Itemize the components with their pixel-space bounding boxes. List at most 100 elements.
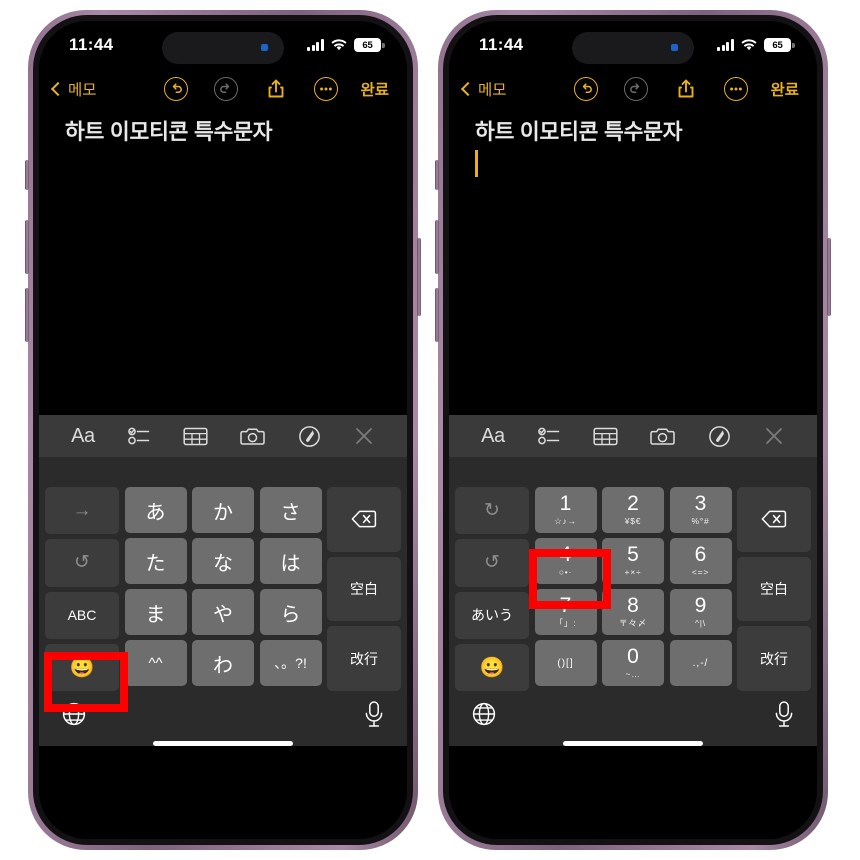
kana-key[interactable]: は [259, 538, 322, 584]
undo-key[interactable]: ↺ [45, 539, 119, 587]
return-key[interactable]: 改行 [327, 626, 401, 692]
number-key-8[interactable]: 8 〒々〆 [602, 589, 664, 635]
number-key-9[interactable]: 9 ^|\ [669, 589, 732, 635]
number-key-1[interactable]: 1 ☆♪→ [534, 487, 597, 533]
chevron-left-icon [50, 81, 66, 97]
microphone-icon[interactable] [363, 700, 385, 733]
dynamic-island [162, 32, 284, 64]
nav-icon-group [574, 77, 749, 101]
island-activity-dot [261, 44, 268, 51]
punctuation-key[interactable]: 、。?! [259, 640, 322, 686]
kaomoji-key[interactable]: ^^ [124, 640, 187, 686]
globe-icon[interactable] [471, 701, 497, 732]
space-key[interactable]: 空白 [327, 556, 401, 622]
abc-mode-key[interactable]: ABC [45, 591, 119, 639]
number-key-5[interactable]: 5 +×÷ [602, 538, 664, 584]
space-key[interactable]: 空白 [737, 556, 811, 622]
done-button[interactable]: 완료 [360, 78, 389, 100]
number-key-4[interactable]: 4 ○•· [534, 538, 597, 584]
keyboard-left-column: → ↺ ABC 😀 [45, 487, 119, 691]
number-key-6[interactable]: 6 <=> [669, 538, 732, 584]
number-key-3[interactable]: 3 %°# [669, 487, 732, 533]
kana-key[interactable]: な [192, 538, 254, 584]
share-icon[interactable] [674, 77, 698, 101]
delete-key[interactable] [327, 487, 401, 552]
share-icon[interactable] [264, 77, 288, 101]
keyboard-left-column: ↻ ↺ あいう 😀 [455, 487, 529, 691]
status-clock: 11:44 [69, 35, 114, 54]
status-clock: 11:44 [479, 35, 524, 54]
markup-pen-icon[interactable] [708, 425, 731, 448]
emoji-key[interactable]: 😀 [455, 643, 529, 691]
phone-left: 11:44 65 메모 완료 하트 이모티콘 특수문자 Aa → ↺ ABC 😀… [25, 10, 421, 850]
close-icon[interactable] [763, 425, 785, 447]
camera-icon[interactable] [240, 426, 266, 447]
delete-key[interactable] [737, 487, 811, 552]
return-key[interactable]: 改行 [737, 626, 811, 692]
phone-bezel-left: 11:44 65 메모 완료 하트 이모티콘 특수문자 Aa → ↺ ABC 😀… [33, 15, 413, 845]
table-icon[interactable] [183, 426, 208, 447]
volume-down-button[interactable] [435, 288, 439, 342]
keyboard-main-keys-right: 1 ☆♪→ 2 ¥$€ 3 %°# 4 ○•· 5 +×÷ 6 <=> 7 「」… [534, 487, 732, 691]
keyboard-bottom-bar-left [45, 691, 401, 741]
wifi-icon [331, 39, 347, 51]
keyboard-bottom-bar-right [455, 691, 811, 741]
number-key-7[interactable]: 7 「」: [534, 589, 597, 635]
camera-icon[interactable] [650, 426, 676, 447]
silent-switch[interactable] [25, 160, 29, 190]
redo-key[interactable]: ↻ [455, 487, 529, 535]
kana-key[interactable]: わ [192, 640, 254, 686]
chevron-left-icon [460, 81, 476, 97]
back-to-notes-button[interactable]: 메모 [50, 78, 97, 100]
keyboard-grid-left: → ↺ ABC 😀 あ か さ た な は ま や ら ^^ わ 、。?! 空白… [45, 487, 401, 692]
undo-icon[interactable] [164, 77, 189, 101]
redo-icon[interactable] [214, 77, 239, 101]
undo-icon[interactable] [574, 77, 599, 101]
note-body-left[interactable]: 하트 이모티콘 특수문자 [39, 109, 407, 415]
screen-left: 11:44 65 메모 완료 하트 이모티콘 특수문자 Aa → ↺ ABC 😀… [39, 21, 407, 839]
phone-bezel-right: 11:44 65 메모 완료 하트 이모티콘 특수문자 Aa ↻ ↺ あいう 😀… [443, 15, 823, 845]
kana-key[interactable]: あ [124, 487, 187, 533]
kana-key[interactable]: か [192, 487, 254, 533]
power-button[interactable] [417, 238, 421, 316]
punctuation-key[interactable]: .,-/ [669, 640, 732, 686]
power-button[interactable] [827, 238, 831, 316]
keyboard-row: 4 ○•· 5 +×÷ 6 <=> [534, 538, 732, 584]
silent-switch[interactable] [435, 160, 439, 190]
volume-up-button[interactable] [435, 220, 439, 274]
more-ellipsis-icon[interactable] [724, 77, 749, 101]
done-button[interactable]: 완료 [770, 78, 799, 100]
markup-pen-icon[interactable] [298, 425, 321, 448]
screenshot-stage: 11:44 65 메모 완료 하트 이모티콘 특수문자 Aa → ↺ ABC 😀… [0, 0, 860, 860]
keyboard-row: ま や ら [124, 589, 322, 635]
checklist-icon[interactable] [537, 425, 561, 447]
globe-icon[interactable] [61, 701, 87, 732]
close-icon[interactable] [353, 425, 375, 447]
checklist-icon[interactable] [127, 425, 151, 447]
kana-key[interactable]: ま [124, 589, 187, 635]
number-key-0[interactable]: 0 ~… [602, 640, 664, 686]
format-text-icon[interactable]: Aa [71, 425, 95, 448]
microphone-icon[interactable] [773, 700, 795, 733]
kana-mode-key[interactable]: あいう [455, 591, 529, 639]
undo-key[interactable]: ↺ [455, 539, 529, 587]
kana-key[interactable]: さ [259, 487, 322, 533]
kana-key[interactable]: ら [259, 589, 322, 635]
kana-key[interactable]: た [124, 538, 187, 584]
kana-key[interactable]: や [192, 589, 254, 635]
volume-down-button[interactable] [25, 288, 29, 342]
redo-icon[interactable] [624, 77, 649, 101]
table-icon[interactable] [593, 426, 618, 447]
number-key-2[interactable]: 2 ¥$€ [602, 487, 664, 533]
bracket-key[interactable]: ()[] [534, 640, 597, 686]
back-to-notes-button[interactable]: 메모 [460, 78, 507, 100]
nav-icon-group [164, 77, 339, 101]
battery-indicator: 65 [354, 38, 385, 52]
keyboard-left: → ↺ ABC 😀 あ か さ た な は ま や ら ^^ わ 、。?! 空白… [39, 457, 407, 746]
note-body-right[interactable]: 하트 이모티콘 특수문자 [449, 109, 817, 415]
more-ellipsis-icon[interactable] [314, 77, 339, 101]
format-text-icon[interactable]: Aa [481, 425, 505, 448]
cursor-right-key[interactable]: → [45, 487, 119, 535]
volume-up-button[interactable] [25, 220, 29, 274]
emoji-key[interactable]: 😀 [45, 643, 119, 691]
